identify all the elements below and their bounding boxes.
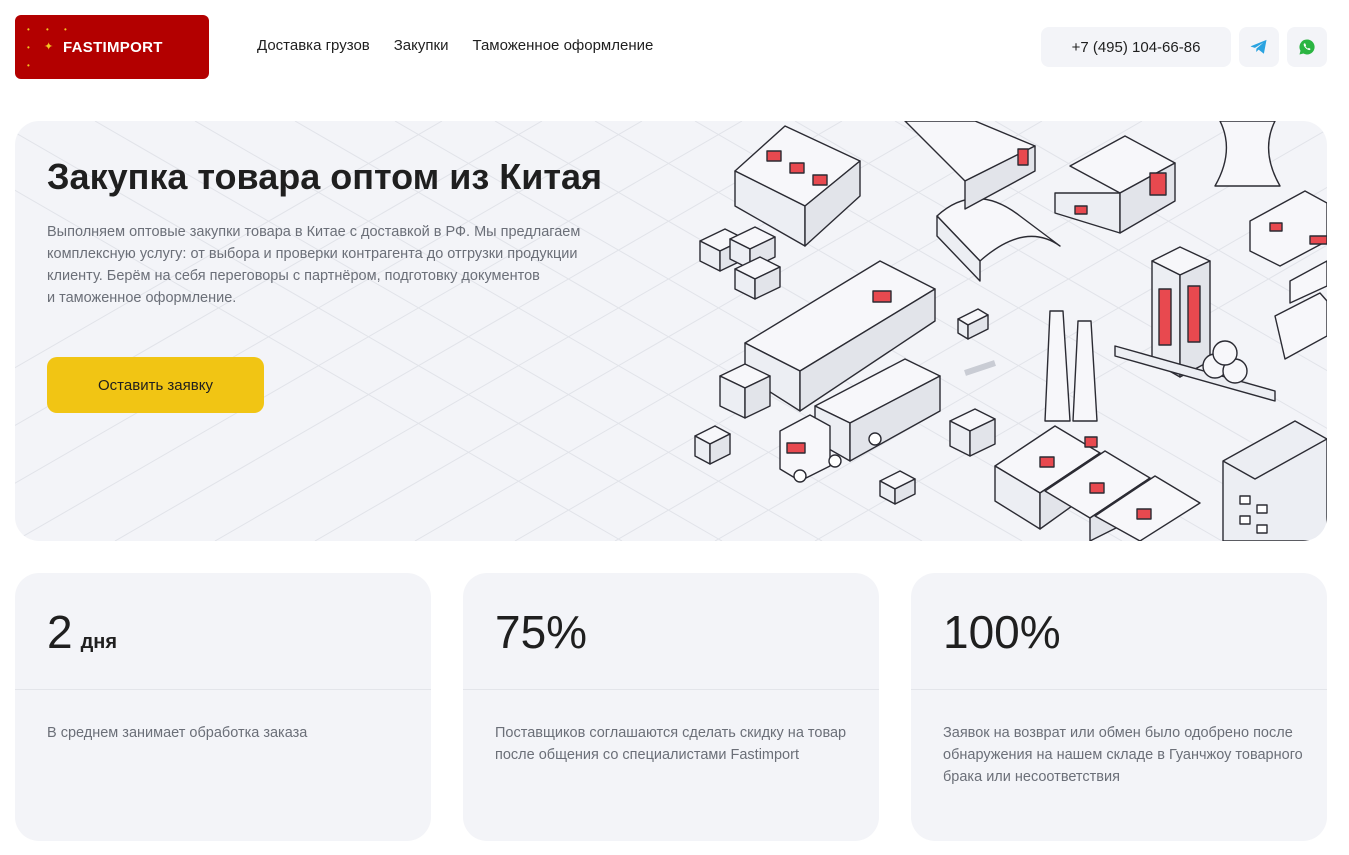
stat-value: 100% bbox=[943, 605, 1061, 659]
hero-section: Закупка товара оптом из Китая Выполняем … bbox=[15, 121, 1327, 541]
phone-button[interactable]: +7 (495) 104-66-86 bbox=[1041, 27, 1231, 67]
stat-description: В среднем занимает обработка заказа bbox=[47, 725, 308, 741]
stat-value: 75% bbox=[495, 605, 587, 659]
hero-description: Выполняем оптовые закупки товара в Китае… bbox=[47, 224, 581, 306]
logo-star: ✦ bbox=[44, 41, 54, 53]
logo-star: • bbox=[64, 25, 67, 34]
whatsapp-button[interactable] bbox=[1287, 27, 1327, 67]
stat-card-discount: 75% Поставщиков соглашаются сделать скид… bbox=[463, 573, 879, 841]
main-nav: Доставка грузов Закупки Таможенное оформ… bbox=[257, 37, 653, 54]
nav-purchases[interactable]: Закупки bbox=[394, 37, 449, 54]
hero-title: Закупка товара оптом из Китая bbox=[47, 156, 603, 197]
logo-star: • bbox=[27, 61, 30, 70]
stat-card-returns: 100% Заявок на возврат или обмен было од… bbox=[911, 573, 1327, 841]
stat-unit: дня bbox=[80, 631, 118, 653]
stat-number: 100% bbox=[943, 606, 1061, 658]
stat-number: 75% bbox=[495, 606, 588, 658]
telegram-button[interactable] bbox=[1239, 27, 1279, 67]
nav-customs[interactable]: Таможенное оформление bbox=[472, 37, 653, 54]
stat-description: Заявок на возврат или обмен было одобрен… bbox=[943, 725, 1303, 785]
site-header: • • • • ✦ • FASTIMPORT Доставка грузов З… bbox=[0, 0, 1349, 95]
leave-request-button[interactable]: Оставить заявку bbox=[47, 357, 264, 413]
stat-value: 2 дня bbox=[47, 605, 117, 659]
fastimport-logo[interactable]: • • • • ✦ • FASTIMPORT bbox=[15, 15, 209, 79]
whatsapp-icon bbox=[1299, 39, 1315, 55]
warehouse-illustration bbox=[694, 121, 1327, 541]
logo-star: • bbox=[27, 43, 30, 52]
card-divider bbox=[911, 689, 1327, 690]
flow-arrow bbox=[964, 360, 996, 376]
card-divider bbox=[463, 689, 879, 690]
stat-number: 2 bbox=[47, 606, 73, 658]
logo-text: FASTIMPORT bbox=[63, 39, 163, 56]
telegram-icon bbox=[1250, 39, 1267, 54]
stat-card-processing-time: 2 дня В среднем занимает обработка заказа bbox=[15, 573, 431, 841]
stat-description: Поставщиков соглашаются сделать скидку н… bbox=[495, 725, 847, 763]
logo-star: • bbox=[46, 25, 49, 34]
nav-cargo-delivery[interactable]: Доставка грузов bbox=[257, 37, 370, 54]
logo-star: • bbox=[27, 25, 30, 34]
card-divider bbox=[15, 689, 431, 690]
